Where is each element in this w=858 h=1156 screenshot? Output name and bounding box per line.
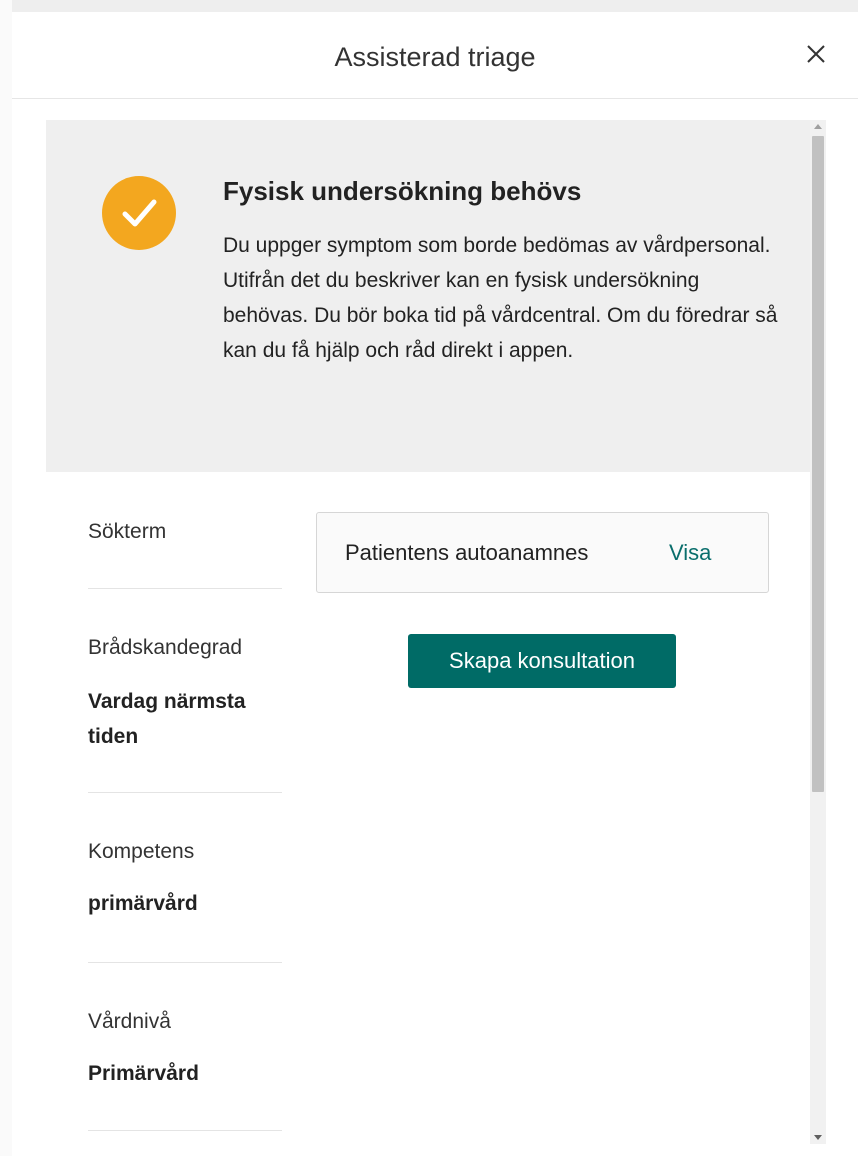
info-item-bradskandegrad: Brådskandegrad Vardag närmsta tiden [88, 588, 282, 793]
info-label: Sökterm [88, 520, 167, 543]
result-title: Fysisk undersökning behövs [223, 176, 582, 206]
info-item-vardniva: Vårdnivå Primärvård [88, 962, 282, 1131]
info-item-sokterm: Sökterm [88, 512, 282, 589]
scroll-up-arrow-icon[interactable] [814, 124, 822, 129]
info-label: Kompetens [88, 840, 195, 863]
triage-modal: Assisterad triage Fysisk undersökning be… [12, 12, 858, 1156]
scrollbar[interactable] [810, 120, 826, 1144]
patient-autoanamnes-box: Patientens autoanamnes Visa [316, 512, 769, 593]
check-circle-icon [102, 176, 176, 250]
close-button[interactable] [800, 38, 832, 70]
modal-title: Assisterad triage [334, 42, 536, 72]
info-label: Brådskandegrad [88, 636, 243, 659]
info-value: Primärvård [88, 1062, 199, 1085]
scroll-down-arrow-icon[interactable] [814, 1135, 822, 1140]
autoanamnes-label: Patientens autoanamnes [345, 540, 589, 565]
close-icon [807, 45, 825, 63]
show-autoanamnes-link[interactable]: Visa [669, 540, 711, 566]
scrollbar-thumb[interactable] [812, 136, 824, 792]
info-label: Vårdnivå [88, 1010, 171, 1033]
result-description: Du uppger symptom som borde bedömas av v… [223, 234, 778, 362]
background-page-strip [0, 0, 12, 1156]
info-value: primärvård [88, 892, 198, 915]
modal-content[interactable]: Fysisk undersökning behövs Du uppger sym… [46, 120, 810, 1156]
create-consultation-button[interactable]: Skapa konsultation [408, 634, 676, 688]
triage-result-panel: Fysisk undersökning behövs Du uppger sym… [46, 120, 810, 472]
info-item-kompetens: Kompetens primärvård [88, 792, 282, 963]
modal-header: Assisterad triage [12, 12, 858, 99]
info-value: Vardag närmsta tiden [88, 690, 246, 748]
